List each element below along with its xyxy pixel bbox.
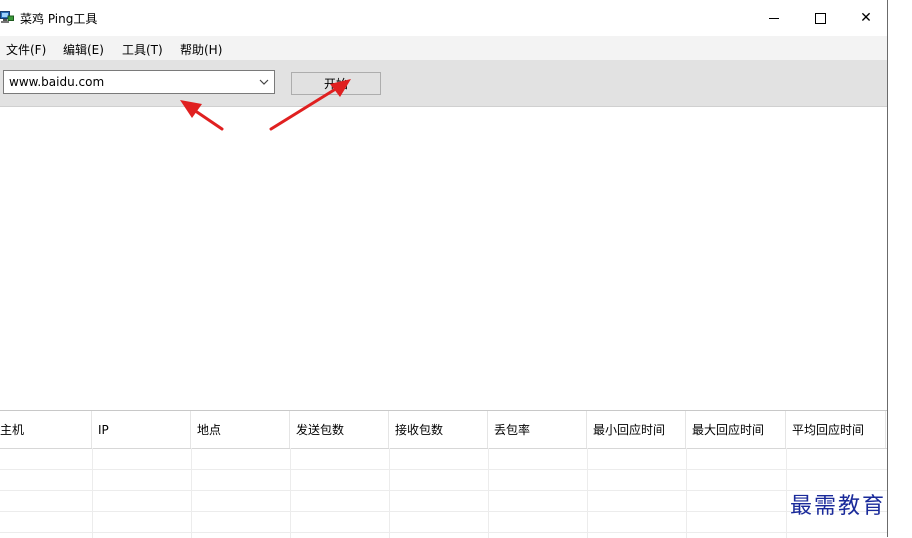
window-title: 菜鸡 Ping工具	[20, 12, 98, 26]
minimize-icon	[769, 17, 779, 19]
table-row[interactable]	[0, 469, 887, 491]
column-header-received[interactable]: 接收包数	[389, 411, 488, 448]
column-header-host[interactable]: 主机	[0, 411, 92, 448]
title-bar[interactable]: 菜鸡 Ping工具 ✕	[0, 0, 887, 36]
menu-tools[interactable]: 工具(T)	[122, 41, 163, 58]
column-divider	[786, 448, 787, 538]
toolbar: www.baidu.com 开始	[0, 60, 887, 107]
column-header-ip[interactable]: IP	[92, 411, 191, 448]
column-header-avg-time[interactable]: 平均回应时间	[786, 411, 886, 448]
app-window: 菜鸡 Ping工具 ✕ 文件(F) 编辑(E) 工具(T) 帮助(H) www.…	[0, 0, 888, 538]
column-divider	[290, 448, 291, 538]
menu-file[interactable]: 文件(F)	[6, 41, 46, 58]
column-divider	[686, 448, 687, 538]
start-button[interactable]: 开始	[291, 72, 381, 95]
watermark-text: 最需教育	[790, 494, 887, 519]
column-divider	[488, 448, 489, 538]
column-header-min-time[interactable]: 最小回应时间	[587, 411, 686, 448]
close-button[interactable]: ✕	[843, 0, 889, 36]
column-header-sent[interactable]: 发送包数	[290, 411, 389, 448]
host-combobox[interactable]: www.baidu.com	[3, 70, 275, 94]
table-header: 主机 IP 地点 发送包数 接收包数 丢包率 最小回应时间 最大回应时间 平均回…	[0, 411, 887, 449]
table-row[interactable]	[0, 490, 887, 512]
column-divider	[191, 448, 192, 538]
results-table: 主机 IP 地点 发送包数 接收包数 丢包率 最小回应时间 最大回应时间 平均回…	[0, 410, 887, 538]
menu-edit[interactable]: 编辑(E)	[63, 41, 104, 58]
menu-help[interactable]: 帮助(H)	[180, 41, 222, 58]
close-icon: ✕	[860, 10, 872, 26]
column-divider	[92, 448, 93, 538]
table-row[interactable]	[0, 511, 887, 533]
table-row[interactable]	[0, 448, 887, 470]
minimize-button[interactable]	[751, 0, 797, 36]
host-value[interactable]: www.baidu.com	[9, 75, 104, 89]
column-header-loss[interactable]: 丢包率	[488, 411, 587, 448]
chevron-down-icon[interactable]	[258, 76, 270, 88]
column-header-location[interactable]: 地点	[191, 411, 290, 448]
network-computer-icon	[0, 11, 14, 24]
column-divider	[389, 448, 390, 538]
maximize-button[interactable]	[797, 0, 843, 36]
maximize-icon	[814, 12, 826, 24]
results-area	[0, 107, 887, 410]
desktop-background	[888, 0, 912, 537]
column-header-max-time[interactable]: 最大回应时间	[686, 411, 786, 448]
column-divider	[587, 448, 588, 538]
menu-bar: 文件(F) 编辑(E) 工具(T) 帮助(H)	[0, 36, 887, 60]
start-button-label: 开始	[323, 77, 348, 91]
